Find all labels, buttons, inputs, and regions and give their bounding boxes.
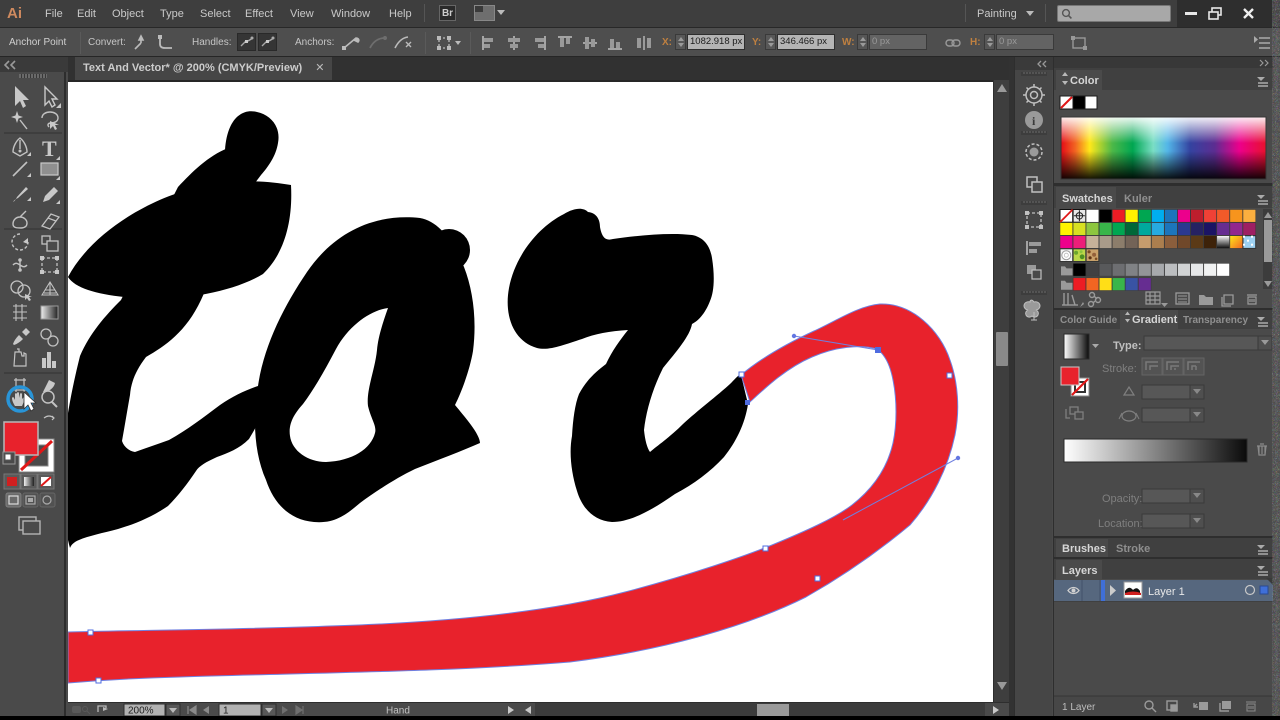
svg-text:Color Guide: Color Guide: [1060, 315, 1118, 326]
svg-text:T: T: [42, 136, 57, 161]
svg-text:Type:: Type:: [1113, 340, 1142, 352]
svg-text:Layer 1: Layer 1: [1148, 586, 1185, 598]
svg-text:Stroke: Stroke: [1116, 543, 1150, 555]
svg-text:1 Layer: 1 Layer: [1062, 702, 1096, 713]
svg-text:Location:: Location:: [1098, 518, 1143, 530]
svg-text:Layers: Layers: [1062, 565, 1097, 577]
svg-text:Transparency: Transparency: [1183, 315, 1248, 326]
svg-text:Brushes: Brushes: [1062, 543, 1106, 555]
svg-text:Swatches: Swatches: [1062, 193, 1113, 205]
svg-text:Color: Color: [1070, 75, 1099, 87]
svg-text:1: 1: [223, 706, 229, 717]
svg-text:Kuler: Kuler: [1124, 193, 1153, 205]
svg-text:Gradient: Gradient: [1132, 314, 1178, 326]
svg-text:Hand: Hand: [386, 706, 410, 717]
svg-text:200%: 200%: [128, 706, 154, 717]
svg-text:Opacity:: Opacity:: [1102, 493, 1142, 505]
svg-text:Stroke:: Stroke:: [1102, 363, 1137, 375]
